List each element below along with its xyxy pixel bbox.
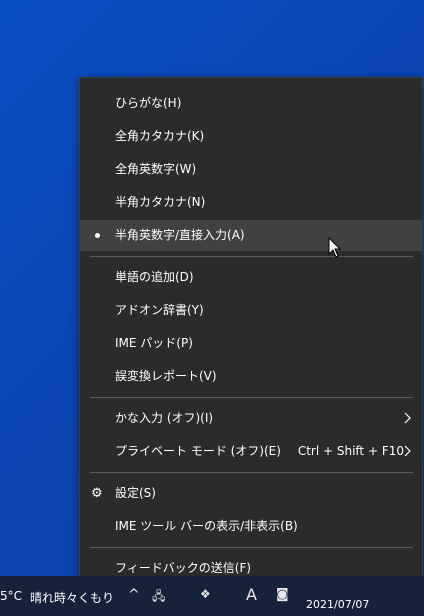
- menu-separator: [90, 397, 413, 398]
- menu-item-halfwidth-katakana[interactable]: 半角カタカナ(N): [80, 187, 422, 218]
- menu-item-fullwidth-alphanumeric[interactable]: 全角英数字(W): [80, 154, 422, 185]
- menu-item-label: IME パッド(P): [115, 336, 193, 350]
- selected-bullet-icon: [95, 233, 100, 238]
- menu-item-shortcut: Ctrl + Shift + F10: [297, 444, 404, 458]
- weather-description[interactable]: 晴れ時々くもり: [30, 589, 114, 606]
- clock-date[interactable]: 2021/07/07: [306, 598, 369, 611]
- ime-mode-indicator[interactable]: A: [246, 585, 257, 604]
- menu-separator: [90, 547, 413, 548]
- menu-separator: [90, 472, 413, 473]
- menu-item-toggle-toolbar[interactable]: IME ツール バーの表示/非表示(B): [80, 511, 422, 542]
- weather-temperature[interactable]: 5°C: [0, 589, 22, 603]
- menu-item-label: IME ツール バーの表示/非表示(B): [115, 519, 298, 533]
- menu-item-label: かな入力 (オフ)(I): [115, 411, 214, 425]
- menu-item-label: 半角カタカナ(N): [115, 195, 206, 209]
- menu-item-label: アドオン辞書(Y): [115, 303, 204, 317]
- menu-item-label: 誤変換レポート(V): [115, 369, 217, 383]
- taskbar: 5°C 晴れ時々くもり ^ 🖧 ❖ A ◙ 2021/07/07: [0, 576, 424, 616]
- chevron-right-icon: [404, 412, 411, 424]
- app-tray-icon[interactable]: ◙: [276, 587, 289, 602]
- menu-item-conversion-report[interactable]: 誤変換レポート(V): [80, 361, 422, 392]
- menu-separator: [90, 256, 413, 257]
- menu-item-private-mode[interactable]: プライベート モード (オフ)(E) Ctrl + Shift + F10: [80, 436, 422, 467]
- menu-item-hiragana[interactable]: ひらがな(H): [80, 88, 422, 119]
- menu-item-label: プライベート モード (オフ)(E): [115, 444, 281, 458]
- menu-item-label: 全角カタカナ(K): [115, 129, 205, 143]
- menu-item-halfwidth-alphanumeric[interactable]: 半角英数字/直接入力(A): [80, 220, 422, 251]
- menu-item-label: ひらがな(H): [115, 96, 182, 110]
- menu-item-addon-dictionary[interactable]: アドオン辞書(Y): [80, 295, 422, 326]
- ime-context-menu: ひらがな(H) 全角カタカナ(K) 全角英数字(W) 半角カタカナ(N) 半角英…: [79, 77, 423, 587]
- menu-item-kana-input[interactable]: かな入力 (オフ)(I): [80, 403, 422, 434]
- menu-item-label: 単語の追加(D): [115, 270, 194, 284]
- menu-item-label: 設定(S): [115, 486, 156, 500]
- gear-icon: ⚙: [91, 486, 103, 501]
- chevron-up-icon[interactable]: ^: [128, 587, 140, 603]
- menu-item-fullwidth-katakana[interactable]: 全角カタカナ(K): [80, 121, 422, 152]
- menu-item-ime-pad[interactable]: IME パッド(P): [80, 328, 422, 359]
- mouse-pointer-icon: [328, 237, 342, 258]
- menu-item-label: 半角英数字/直接入力(A): [115, 228, 245, 242]
- menu-item-add-word[interactable]: 単語の追加(D): [80, 262, 422, 293]
- network-icon[interactable]: 🖧: [152, 587, 165, 608]
- dropbox-icon[interactable]: ❖: [200, 587, 211, 601]
- menu-item-settings[interactable]: ⚙ 設定(S): [80, 478, 422, 509]
- chevron-right-icon: [404, 445, 411, 457]
- menu-item-label: 全角英数字(W): [115, 162, 197, 176]
